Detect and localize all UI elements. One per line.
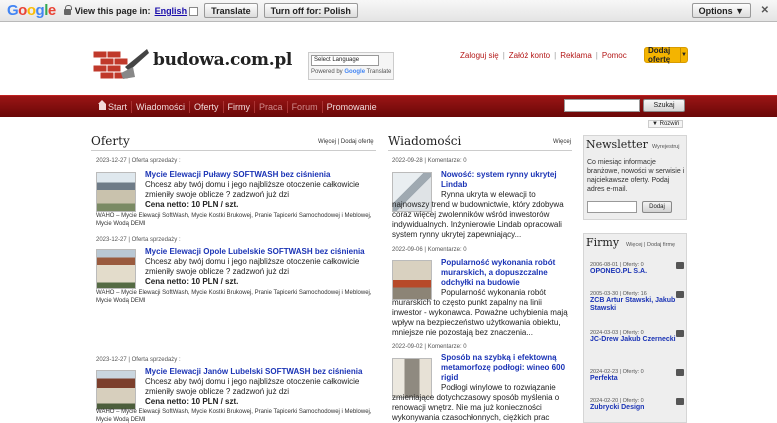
- comment-icon: [676, 262, 684, 269]
- advertising-link[interactable]: Reklama: [560, 51, 592, 60]
- powered-by-google: Powered by Google Translate: [311, 69, 392, 75]
- news-title-link[interactable]: Nowość: system rynny ukrytej Lindab: [441, 170, 571, 190]
- news-more-link[interactable]: Więcej: [553, 139, 571, 145]
- news-title-link[interactable]: Sposób na szybką i efektowną metamorfozę…: [441, 353, 571, 383]
- offer-description: Chcesz aby twój domu i jego najbliższe o…: [145, 257, 360, 276]
- chevron-down-icon[interactable]: ▼: [679, 48, 687, 62]
- comment-icon: [676, 291, 684, 298]
- news-description: Popularność wykonania robót murarskich t…: [392, 288, 568, 337]
- offer-meta: 2023-12-27 | Oferta sprzedaży :: [96, 237, 181, 243]
- site-logo-text[interactable]: budowa.com.pl: [153, 50, 292, 70]
- login-link[interactable]: Zaloguj się: [460, 51, 499, 60]
- site-header: budowa.com.pl Select Language Powered by…: [89, 41, 689, 94]
- nav-item-start[interactable]: Start: [95, 100, 133, 113]
- firms-title: Firmy: [586, 236, 620, 249]
- news-title-link[interactable]: Popularność wykonania robót murarskich, …: [441, 258, 571, 288]
- help-link[interactable]: Pomoc: [602, 51, 627, 60]
- offer-title-link[interactable]: Mycie Elewacji Opole Lubelskie SOFTWASH …: [145, 247, 377, 257]
- offer-price: Cena netto: 10 PLN / szt.: [145, 397, 239, 406]
- nav-item-forum[interactable]: Forum: [288, 101, 323, 113]
- add-offer-button[interactable]: Dodaj ofertę ▼: [644, 46, 688, 64]
- divider: [91, 150, 376, 151]
- search-input[interactable]: [564, 99, 640, 112]
- nav-item-news[interactable]: Wiadomości: [132, 101, 191, 113]
- lock-icon: [63, 4, 72, 15]
- offer-meta: 2023-12-27 | Oferta sprzedaży :: [96, 357, 181, 363]
- register-link[interactable]: Załóż konto: [509, 51, 550, 60]
- firms-links[interactable]: Więcej | Dodaj firmę: [626, 242, 675, 248]
- offer-meta: 2023-12-27 | Oferta sprzedaży :: [96, 158, 181, 164]
- turn-off-button[interactable]: Turn off for: Polish: [263, 3, 358, 18]
- firm-item[interactable]: 2024-03-03 | Oferty: 0 JC-Drew Jakub Cze…: [590, 330, 684, 344]
- language-dropdown-icon[interactable]: [189, 7, 199, 16]
- newsletter-add-button[interactable]: Dodaj: [642, 201, 672, 213]
- firm-item[interactable]: 2005-03-30 | Oferty: 16 ZCB Artur Stawsk…: [590, 291, 684, 313]
- offer-title-link[interactable]: Mycie Elewacji Janów Lubelski SOFTWASH b…: [145, 367, 377, 377]
- offer-description: Chcesz aby twój domu i jego najbliższe o…: [145, 180, 360, 199]
- offer-title-link[interactable]: Mycie Elewacji Puławy SOFTWASH bez ciśni…: [145, 170, 377, 180]
- nav-item-jobs[interactable]: Praca: [255, 101, 288, 113]
- news-meta: 2022-09-28 | Komentarze: 0: [392, 158, 467, 164]
- nav-item-offers[interactable]: Oferty: [190, 101, 224, 113]
- offer-description: Chcesz aby twój domu i jego najbliższe o…: [145, 377, 360, 396]
- offer-thumbnail[interactable]: [96, 370, 136, 410]
- translate-button[interactable]: Translate: [204, 3, 258, 18]
- home-icon: [98, 100, 106, 110]
- view-page-label: View this page in:: [74, 5, 151, 16]
- google-logo: Google: [7, 2, 56, 19]
- comment-icon: [676, 369, 684, 376]
- options-button[interactable]: Options ▼: [691, 3, 751, 18]
- offers-links[interactable]: Więcej | Dodaj ofertę: [318, 139, 374, 145]
- offer-tags: WAHO – Mycie Elewacji SoftWash, Mycie Ko…: [96, 290, 372, 304]
- offers-title: Oferty: [91, 134, 130, 148]
- nav-item-promotion[interactable]: Promowanie: [323, 101, 381, 113]
- offer-tags: WAHO – Mycie Elewacji SoftWash, Mycie Ko…: [96, 409, 372, 423]
- news-description: Podłogi winylowe to rozwiązanie zmieniaj…: [392, 383, 560, 422]
- offer-thumbnail[interactable]: [96, 249, 136, 289]
- search-button[interactable]: Szukaj: [643, 99, 685, 112]
- close-icon[interactable]: ✕: [761, 5, 769, 16]
- newsletter-box: Newsletter Wyrejestruj Co miesiąc inform…: [583, 135, 687, 220]
- google-translate-widget: Select Language Powered by Google Transl…: [308, 52, 394, 80]
- offer-price: Cena netto: 10 PLN / szt.: [145, 200, 239, 209]
- news-meta: 2022-09-06 | Komentarze: 0: [392, 247, 467, 253]
- offer-thumbnail[interactable]: [96, 172, 136, 212]
- firm-item[interactable]: 2024-02-23 | Oferty: 0 Perfekta: [590, 369, 684, 383]
- newsletter-email-input[interactable]: [587, 201, 637, 213]
- news-title: Wiadomości: [388, 134, 462, 148]
- offer-price: Cena netto: 10 PLN / szt.: [145, 277, 239, 286]
- unsubscribe-link[interactable]: Wyrejestruj: [652, 144, 679, 150]
- firms-box: Firmy Więcej | Dodaj firmę 2006-08-01 | …: [583, 233, 687, 423]
- news-description: Rynna ukryta w elewacji to najnowszy tre…: [392, 190, 564, 239]
- offer-tags: WAHO – Mycie Elewacji SoftWash, Mycie Ko…: [96, 213, 372, 227]
- comment-icon: [676, 330, 684, 337]
- bricks-logo-icon[interactable]: [91, 45, 151, 85]
- newsletter-text: Co miesiąc informacje branżowe, nowości …: [587, 159, 685, 193]
- comment-icon: [676, 398, 684, 405]
- divider: [388, 150, 572, 151]
- expand-toggle[interactable]: ▼ Rozwiń: [648, 120, 684, 128]
- google-translate-bar: Google View this page in: English Transl…: [0, 0, 777, 22]
- top-links: Zaloguj się | Załóż konto | Reklama | Pomoc: [460, 51, 627, 60]
- nav-item-firms[interactable]: Firmy: [224, 101, 256, 113]
- firm-item[interactable]: 2006-08-01 | Oferty: 0 OPONEO.PL S.A.: [590, 262, 684, 276]
- firm-item[interactable]: 2024-02-20 | Oferty: 0 Zubrycki Design: [590, 398, 684, 412]
- select-language-dropdown[interactable]: Select Language: [311, 55, 379, 66]
- news-meta: 2022-09-02 | Komentarze: 0: [392, 344, 467, 350]
- newsletter-title: Newsletter: [586, 138, 648, 151]
- language-link[interactable]: English: [155, 6, 188, 16]
